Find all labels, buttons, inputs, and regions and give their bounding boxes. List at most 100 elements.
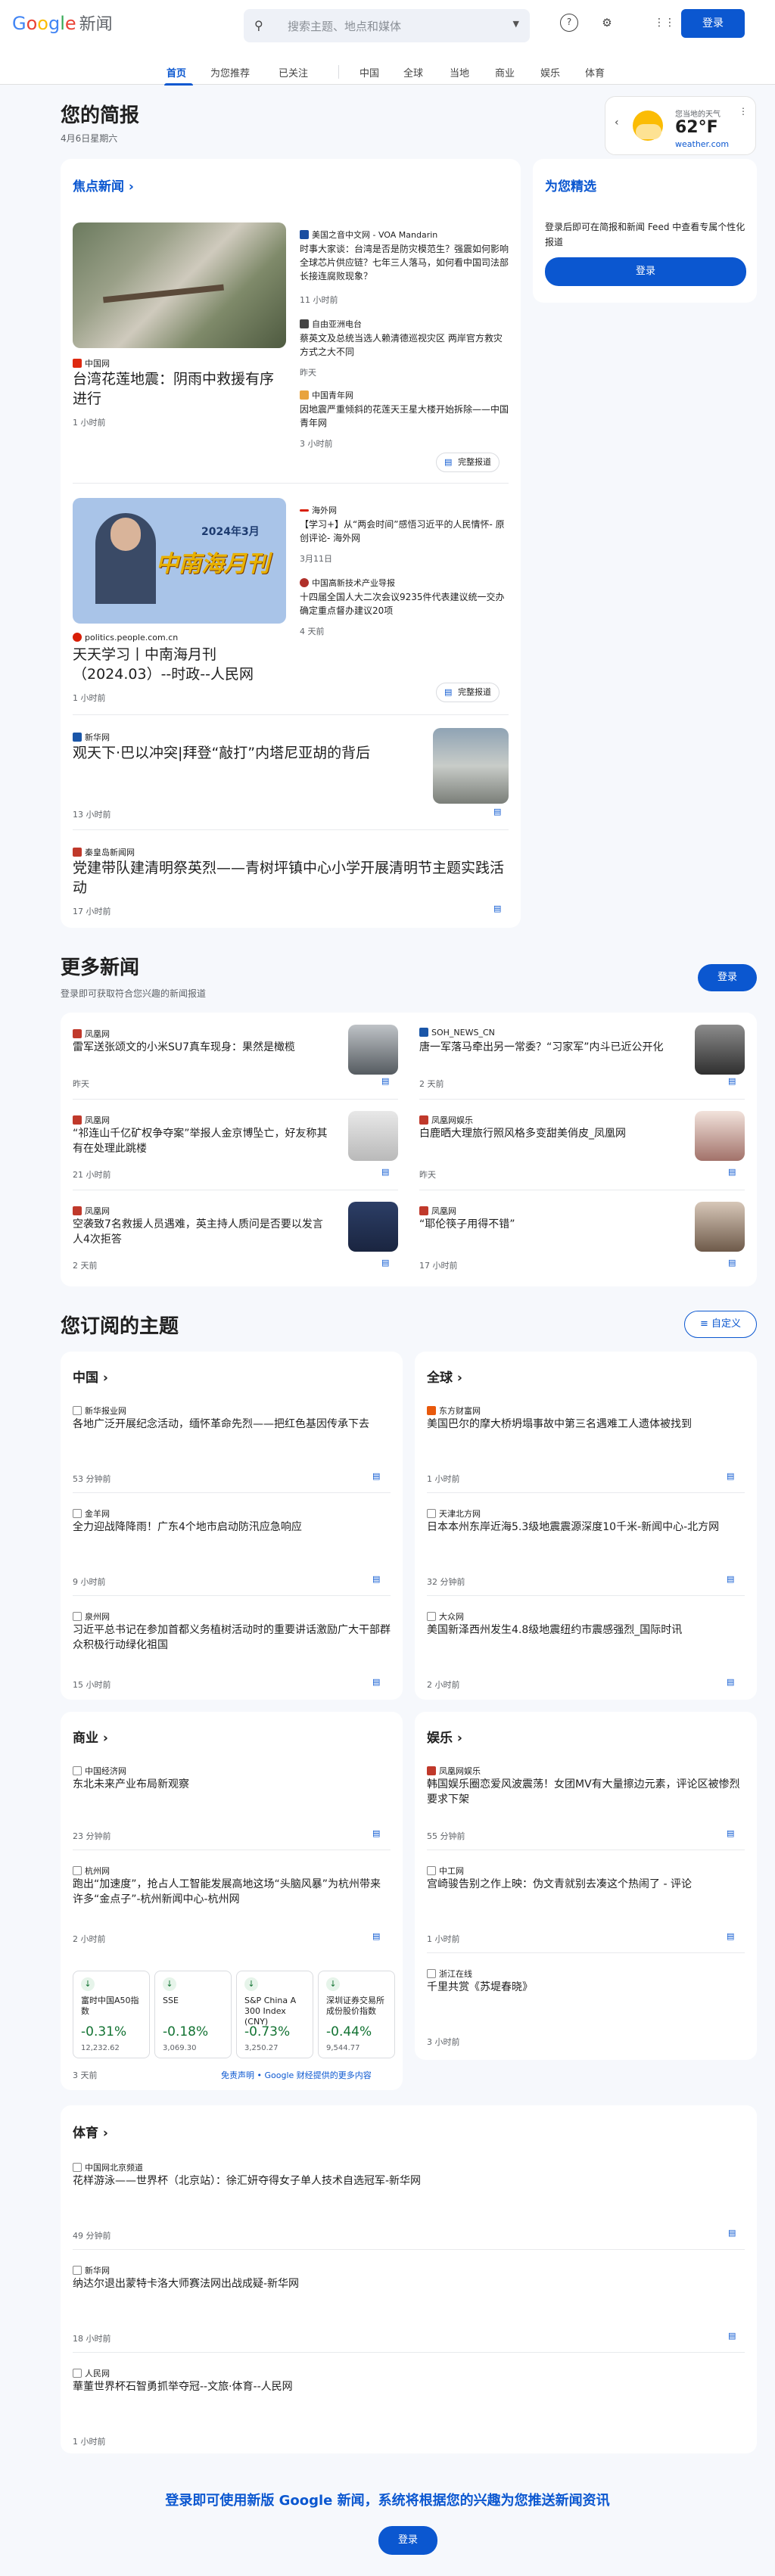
story-title[interactable]: 全力迎战降降雨！广东4个地市启动防汛应急响应 — [73, 1520, 391, 1535]
share-icon[interactable]: ▤ — [381, 1076, 389, 1086]
story-title[interactable]: 韩国娱乐圈恋爱风波震荡！女团MV有大量擦边元素，评论区被惨烈要求下架 — [427, 1777, 745, 1807]
stock-card[interactable]: ↓ 富时中国A50指数 -0.31% 12,232.62 — [73, 1971, 150, 2058]
chevron-left-icon[interactable]: ‹ — [615, 117, 619, 129]
story-image[interactable] — [348, 1025, 398, 1075]
story-title[interactable]: 白鹿晒大理旅行照风格多变甜美俏皮_凤凰网 — [419, 1126, 677, 1141]
chevron-down-icon[interactable]: ▼ — [513, 19, 519, 29]
help-icon[interactable]: ? — [560, 14, 578, 32]
share-icon[interactable]: ▤ — [493, 807, 501, 817]
story-image[interactable] — [73, 222, 286, 348]
story-image[interactable] — [695, 1025, 745, 1075]
share-icon[interactable]: ▤ — [372, 1574, 380, 1584]
stock-card[interactable]: ↓ S&P China A 300 Index (CNY) -0.73% 3,2… — [236, 1971, 313, 2058]
share-icon[interactable]: ▤ — [727, 1471, 734, 1481]
share-icon[interactable]: ▤ — [372, 1677, 380, 1687]
customize-button[interactable]: ≡ 自定义 — [684, 1311, 757, 1338]
story-title[interactable]: 雷军送张颂文的小米SU7真车现身：果然是橄榄 — [73, 1040, 330, 1055]
share-icon[interactable]: ▤ — [727, 1931, 734, 1941]
stock-card[interactable]: ↓ 深圳证券交易所成份股价指数 -0.44% 9,544.77 — [318, 1971, 395, 2058]
share-icon[interactable]: ▤ — [728, 2331, 736, 2341]
story-title[interactable]: 宫崎骏告别之作上映：伪文青就别去凑这个热闹了 - 评论 — [427, 1877, 745, 1892]
story-title[interactable]: 天天学习丨中南海月刊（2024.03）--时政--人民网 — [73, 645, 286, 684]
tab-following[interactable]: 已关注 — [279, 65, 308, 79]
share-icon[interactable]: ▤ — [728, 2228, 736, 2238]
story-image[interactable] — [433, 728, 509, 804]
story-title[interactable]: 东北未来产业布局新观察 — [73, 1777, 391, 1792]
story-title[interactable]: 跑出“加速度”，抢占人工智能发展高地这场“头脑风暴”为杭州带来许多“金点子”-杭… — [73, 1877, 391, 1907]
story-title[interactable]: 【学习+】从“两会时间”感悟习近平的人民情怀- 原创评论- 海外网 — [300, 518, 509, 545]
tab-business[interactable]: 商业 — [495, 65, 515, 79]
tab-home[interactable]: 首页 — [167, 65, 186, 79]
weather-source-link[interactable]: weather.com — [675, 139, 729, 149]
share-icon[interactable]: ▤ — [493, 904, 501, 913]
full-coverage-button[interactable]: 完整报道 — [436, 683, 500, 702]
share-icon[interactable]: ▤ — [728, 1258, 736, 1268]
share-icon[interactable]: ▤ — [728, 1076, 736, 1086]
picks-sign-in-button[interactable]: 登录 — [545, 257, 746, 286]
share-icon[interactable]: ▤ — [372, 1931, 380, 1941]
footer-sign-in-button[interactable]: 登录 — [378, 2526, 437, 2555]
share-icon[interactable]: ▤ — [728, 1167, 736, 1177]
story-title[interactable]: 各地广泛开展纪念活动，缅怀革命先烈——把红色基因传承下去 — [73, 1417, 391, 1432]
share-icon[interactable]: ▤ — [727, 1677, 734, 1687]
story-title[interactable]: “耶伦筷子用得不错” — [419, 1217, 677, 1232]
topic-heading[interactable]: 中国 › — [73, 1367, 108, 1386]
finance-disclaimer-link[interactable]: 免责声明 • Google 财经提供的更多内容 — [221, 2069, 372, 2081]
story-title[interactable]: 台湾花莲地震：阴雨中救援有序进行 — [73, 369, 286, 409]
share-icon[interactable]: ▤ — [381, 1258, 389, 1268]
story-title[interactable]: 日本本州东岸近海5.3级地震震源深度10千米-新闻中心-北方网 — [427, 1520, 745, 1535]
topic-heading[interactable]: 全球 › — [427, 1367, 462, 1386]
more-news-sign-in-button[interactable]: 登录 — [698, 964, 757, 991]
story-title[interactable]: 唐一军落马牵出另一常委？“习家军”内斗已近公开化 — [419, 1040, 677, 1055]
tab-entertainment[interactable]: 娱乐 — [540, 65, 560, 79]
story-title[interactable]: 观天下·巴以冲突|拜登“敲打”内塔尼亚胡的背后 — [73, 743, 406, 763]
story-title[interactable]: 因地震严重倾斜的花莲天王星大楼开始拆除——中国青年网 — [300, 403, 509, 430]
search-icon[interactable]: ⚲ — [254, 18, 263, 33]
share-icon[interactable]: ▤ — [381, 1167, 389, 1177]
weather-temp: 62°F — [675, 118, 718, 137]
story-image[interactable] — [695, 1111, 745, 1161]
topic-heading[interactable]: 娱乐 › — [427, 1727, 462, 1746]
story-title[interactable]: 纳达尔退出蒙特卡洛大师赛法网出战成疑-新华网 — [73, 2276, 739, 2291]
story-title[interactable]: 美国巴尔的摩大桥坍塌事故中第三名遇难工人遗体被找到 — [427, 1417, 745, 1432]
top-stories-heading[interactable]: 焦点新闻 › — [73, 176, 134, 194]
story-title[interactable]: 華董世界杯石智勇抓举夺冠--文旅·体育--人民网 — [73, 2379, 739, 2394]
tab-sports[interactable]: 体育 — [585, 65, 605, 79]
share-icon[interactable]: ▤ — [372, 1828, 380, 1838]
story-image[interactable] — [695, 1202, 745, 1252]
story-title[interactable]: “祁连山千亿矿权争夺案”举报人金京博坠亡，好友称其有在处理此跳楼 — [73, 1126, 330, 1156]
stock-card[interactable]: ↓ SSE -0.18% 3,069.30 — [154, 1971, 232, 2058]
tab-world[interactable]: 全球 — [403, 65, 423, 79]
story-title[interactable]: 时事大家谈：台湾是否是防灾模范生？强震如何影响全球芯片供应链？七年三人落马，如何… — [300, 242, 509, 283]
share-icon[interactable]: ▤ — [727, 1828, 734, 1838]
topic-heading[interactable]: 商业 › — [73, 1727, 108, 1746]
google-news-logo[interactable]: Google 新闻 — [12, 12, 113, 36]
weather-widget[interactable]: ‹ 您当地的天气 62°F weather.com ⋮ — [605, 96, 756, 155]
tab-for-you[interactable]: 为您推荐 — [210, 65, 250, 79]
story-title[interactable]: 花样游泳——世界杯（北京站）：徐汇妍夺得女子单人技术自选冠军-新华网 — [73, 2173, 739, 2189]
story-title[interactable]: 空袭致7名救援人员遇难，英主持人质问是否要以发言人4次拒答 — [73, 1217, 330, 1247]
story-title[interactable]: 美国新泽西州发生4.8级地震纽约市震感强烈_国际时讯 — [427, 1622, 745, 1638]
story-title[interactable]: 习近平总书记在参加首都义务植树活动时的重要讲话激励广大干部群众积极行动绿化祖国 — [73, 1622, 391, 1653]
story-image[interactable]: 2024年3月 中南海月刊 — [73, 498, 286, 624]
story-title[interactable]: 十四届全国人大二次会议9235件代表建议统一交办确定重点督办建议20项 — [300, 590, 509, 618]
share-icon[interactable]: ▤ — [727, 1574, 734, 1584]
story-image[interactable] — [348, 1111, 398, 1161]
more-options-icon[interactable]: ⋮ — [739, 106, 748, 117]
share-icon[interactable]: ▤ — [372, 1471, 380, 1481]
story-source: 中国经济网 — [73, 1765, 126, 1777]
story-title[interactable]: 蔡英文及总统当选人赖清德巡视灾区 两岸官方救灾方式之大不同 — [300, 331, 509, 359]
story-title[interactable]: 党建带队建清明祭英烈——青树坪镇中心小学开展清明节主题实践活动 — [73, 858, 509, 898]
tab-local[interactable]: 当地 — [450, 65, 469, 79]
full-coverage-button[interactable]: 完整报道 — [436, 453, 500, 472]
story-time: 2 小时前 — [427, 1680, 460, 1690]
search-input[interactable]: 搜索主题、地点和媒体 — [288, 18, 401, 34]
sign-in-button[interactable]: 登录 — [681, 9, 745, 38]
story-title[interactable]: 千里共赏《苏堤春晓》 — [427, 1980, 745, 1995]
tab-china[interactable]: 中国 — [359, 65, 379, 79]
gear-icon[interactable]: ⚙ — [598, 14, 616, 32]
search-box[interactable]: ⚲ 搜索主题、地点和媒体 ▼ — [244, 9, 530, 42]
story-image[interactable] — [348, 1202, 398, 1252]
apps-icon[interactable]: ⋮⋮ — [654, 14, 675, 32]
topic-heading[interactable]: 体育 › — [73, 2122, 108, 2141]
